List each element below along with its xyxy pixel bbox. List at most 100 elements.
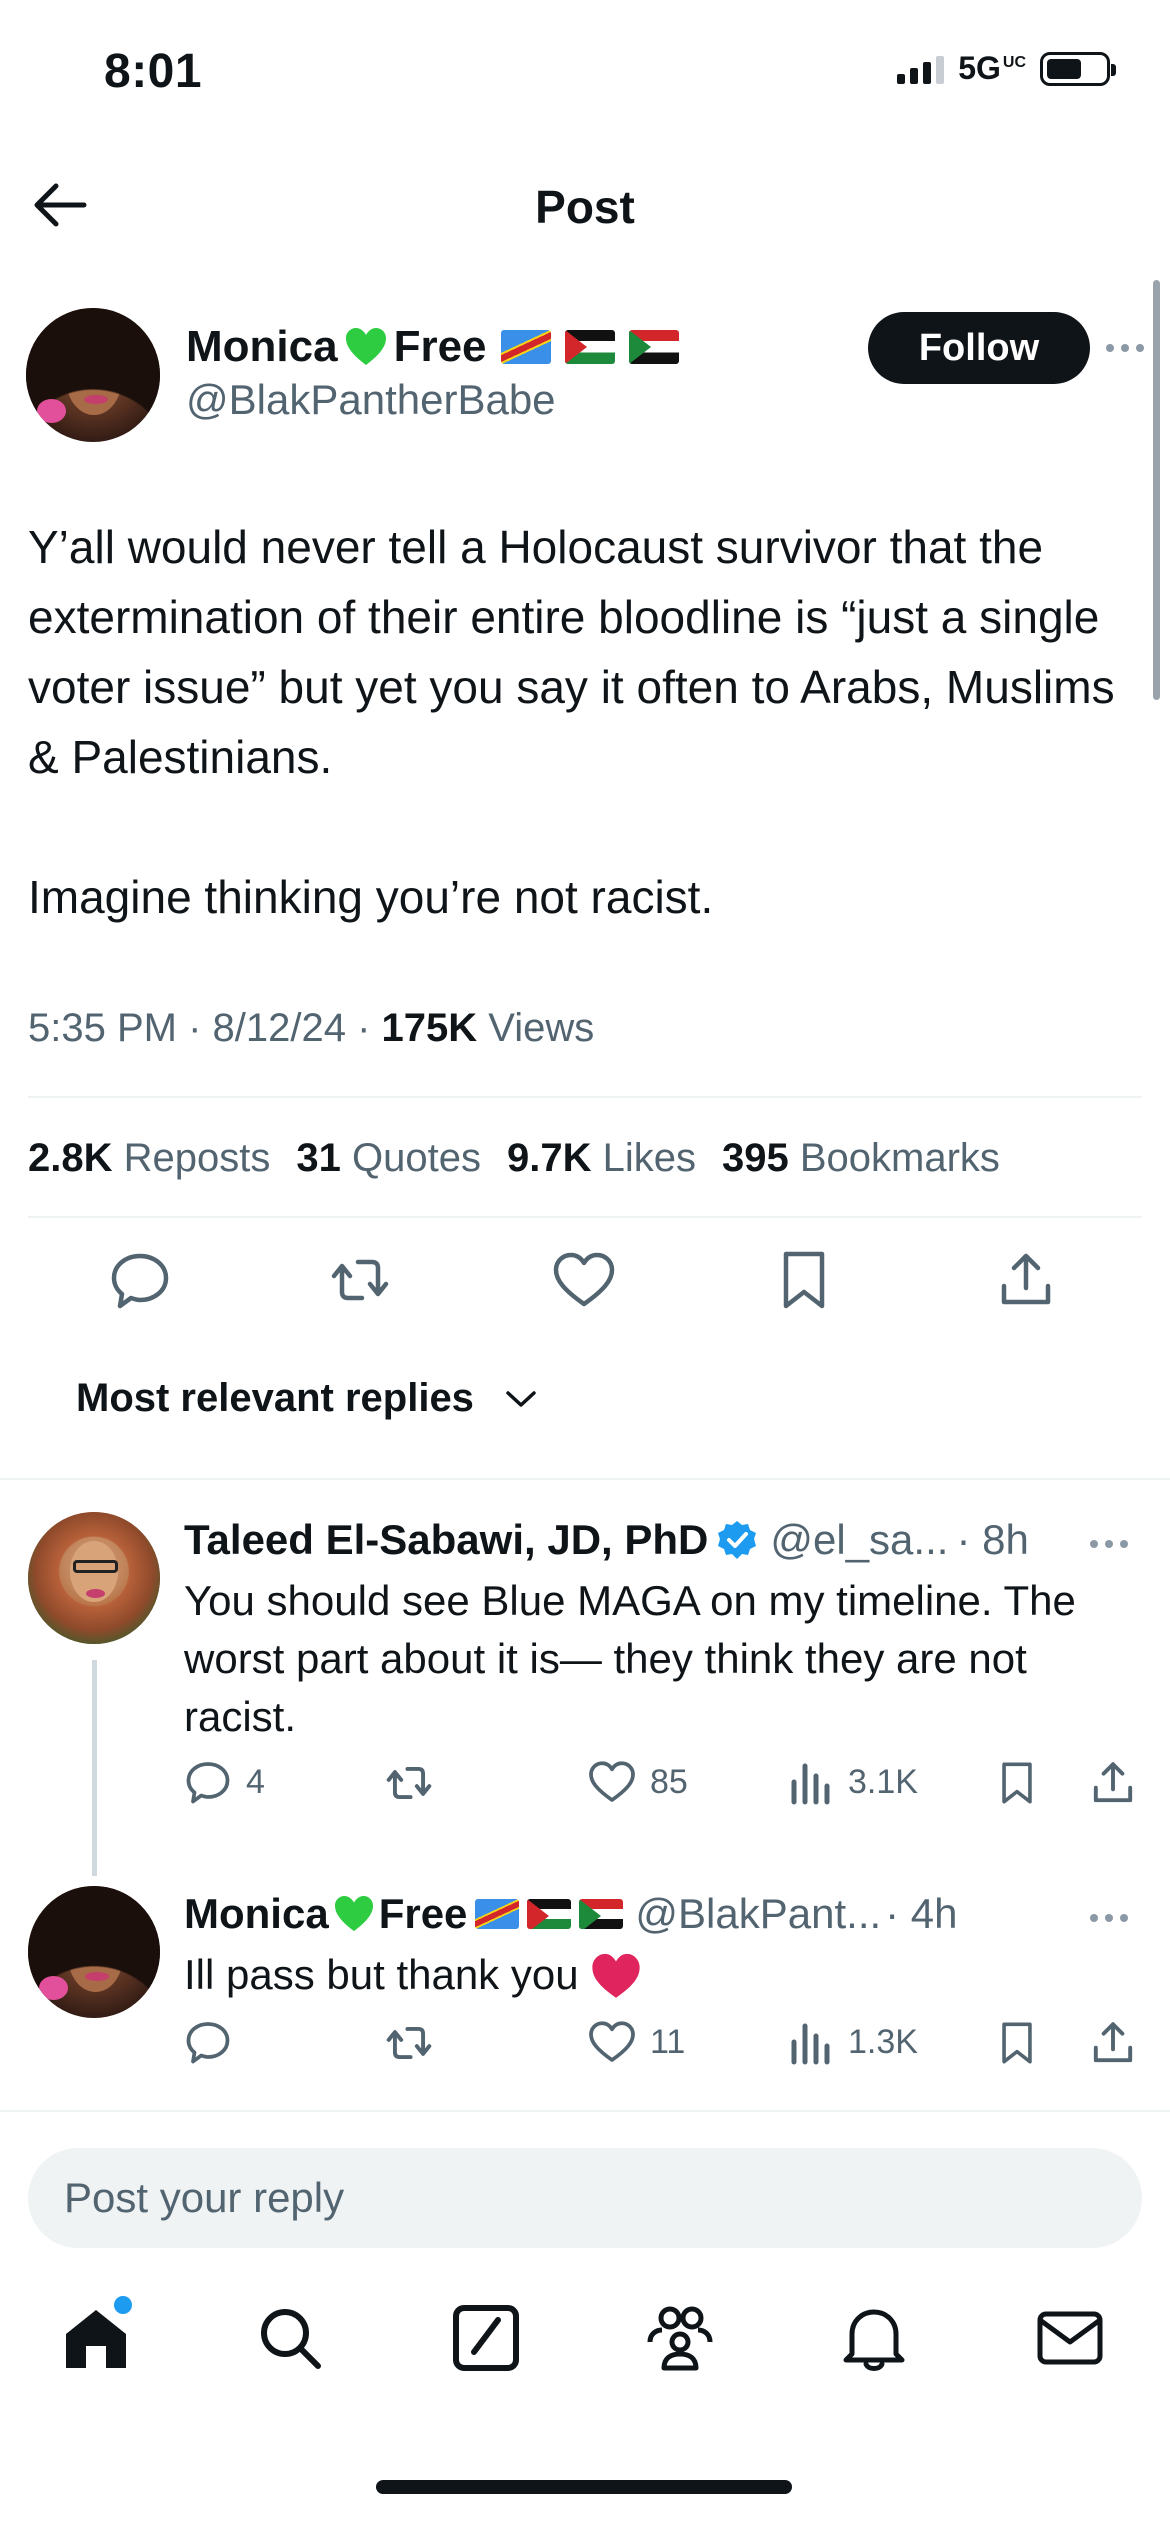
bookmarks-stat[interactable]: 395 Bookmarks (722, 1136, 1000, 1181)
drc-flag-icon (475, 1899, 520, 1929)
page-title: Post (535, 181, 635, 233)
signal-icon (897, 54, 945, 84)
author-name-suffix: Free (393, 322, 487, 371)
bookmark-icon[interactable] (994, 1758, 1040, 1808)
follow-button[interactable]: Follow (868, 312, 1090, 384)
reposts-stat[interactable]: 2.8K Reposts (28, 1136, 270, 1181)
reply-action-bar: 11 1.3K (184, 2018, 1144, 2074)
views-label: Views (488, 1006, 595, 1050)
repost-button[interactable] (384, 1758, 448, 1808)
network-type: 5G (958, 50, 1001, 86)
reply-count: 4 (246, 1762, 265, 1801)
share-icon[interactable] (1088, 2018, 1138, 2068)
green-heart-icon (345, 328, 386, 365)
reply-action-bar: 4 85 3.1K (184, 1758, 1144, 1814)
author-name[interactable]: Monica Free (186, 322, 679, 372)
views-count: 3.1K (848, 1762, 918, 1801)
tab-home[interactable] (60, 2296, 132, 2374)
quotes-stat[interactable]: 31 Quotes (296, 1136, 481, 1181)
repost-icon (386, 2026, 432, 2060)
green-heart-icon (334, 1895, 373, 1932)
avatar[interactable] (26, 308, 160, 442)
repost-button[interactable] (384, 2018, 448, 2068)
communities-icon[interactable] (644, 2302, 716, 2374)
reply-icon (186, 2022, 230, 2064)
bookmark-icon[interactable] (994, 2018, 1040, 2068)
sudan-flag-icon (579, 1899, 624, 1929)
sudan-flag-icon (628, 330, 679, 364)
reply-header: Taleed El-Sabawi, JD, PhD @el_sa... · 8h (184, 1516, 1029, 1564)
reply-author-name[interactable]: Taleed El-Sabawi, JD, PhD (184, 1516, 758, 1564)
reply-reply-button[interactable] (184, 2018, 246, 2066)
red-heart-icon (591, 1953, 640, 1998)
battery-icon (1040, 51, 1116, 86)
post-stats: 2.8K Reposts 31 Quotes 9.7K Likes 395 Bo… (28, 1136, 1000, 1181)
status-indicators: 5G UC (897, 50, 1116, 87)
like-icon (589, 2021, 635, 2062)
reply-author-name[interactable]: Monica Free (184, 1890, 624, 1938)
replies-sort-label: Most relevant replies (76, 1376, 474, 1420)
replies-sort-dropdown[interactable]: Most relevant replies (76, 1376, 538, 1421)
reply-text: Ill pass but thank you (184, 1946, 1144, 2004)
reply-item[interactable]: Monica Free @BlakPant... · 4h Ill pass b… (0, 1886, 1170, 2086)
post-author: Monica Free @BlakPantherBabe Follow (26, 308, 1146, 448)
author-handle[interactable]: @BlakPantherBabe (186, 376, 556, 424)
post-text: Y’all would never tell a Holocaust survi… (28, 512, 1138, 932)
views-button[interactable]: 3.1K (790, 1758, 918, 1806)
palestine-flag-icon (564, 330, 615, 364)
reply-icon[interactable] (108, 1248, 172, 1312)
chevron-down-icon (506, 1390, 536, 1407)
reply-input[interactable]: Post your reply (28, 2148, 1142, 2248)
repost-icon (386, 1766, 432, 1800)
network-label: 5G UC (958, 50, 1026, 87)
views-count: 1.3K (848, 2022, 918, 2061)
share-icon[interactable] (994, 1248, 1058, 1312)
bookmark-icon[interactable] (772, 1248, 836, 1312)
divider (0, 1478, 1170, 1480)
compose-icon[interactable] (450, 2302, 522, 2374)
reply-icon (186, 1762, 230, 1804)
reply-handle[interactable]: @BlakPant... (635, 1890, 881, 1938)
share-icon[interactable] (1088, 1758, 1138, 1808)
status-bar: 8:01 5G UC (0, 0, 1170, 150)
notifications-icon[interactable] (838, 2302, 910, 2374)
likes-stat[interactable]: 9.7K Likes (507, 1136, 696, 1181)
avatar[interactable] (28, 1886, 160, 2018)
messages-icon[interactable] (1034, 2302, 1106, 2374)
post-action-bar (0, 1248, 1170, 1318)
status-time: 8:01 (104, 45, 203, 98)
like-icon (589, 1761, 635, 1802)
more-icon[interactable] (1090, 1534, 1140, 1554)
like-count: 11 (650, 2022, 686, 2061)
verified-icon (718, 1521, 757, 1559)
like-count: 85 (650, 1762, 688, 1801)
reply-handle[interactable]: @el_sa... (770, 1516, 948, 1564)
search-icon[interactable] (254, 2302, 326, 2374)
views-icon (791, 2023, 830, 2065)
post-time: 5:35 PM (28, 1006, 177, 1050)
reply-item[interactable]: Taleed El-Sabawi, JD, PhD @el_sa... · 8h… (0, 1512, 1170, 1812)
home-indicator[interactable] (376, 2480, 792, 2494)
like-button[interactable]: 85 (588, 1758, 688, 1806)
like-button[interactable]: 11 (588, 2018, 685, 2066)
post-date: 8/12/24 (212, 1006, 346, 1050)
views-button[interactable]: 1.3K (790, 2018, 918, 2066)
reply-text-content: Ill pass but thank you (184, 1951, 579, 1998)
more-icon[interactable] (1106, 338, 1156, 358)
reply-reply-button[interactable]: 4 (184, 1758, 265, 1806)
drc-flag-icon (500, 330, 551, 364)
divider (28, 1096, 1142, 1098)
reply-time: · 4h (885, 1890, 958, 1937)
views-count: 175K (381, 1006, 478, 1050)
author-name-text: Monica (186, 322, 338, 371)
like-icon[interactable] (552, 1248, 616, 1312)
post-meta: 5:35 PM · 8/12/24 · 175K Views (28, 1006, 595, 1050)
views-icon (791, 1763, 830, 1805)
post-text-paragraph: Imagine thinking you’re not racist. (28, 871, 714, 923)
divider (28, 1216, 1142, 1218)
repost-icon[interactable] (328, 1248, 392, 1312)
divider (0, 2110, 1170, 2112)
bottom-tab-bar (0, 2280, 1170, 2430)
avatar[interactable] (28, 1512, 160, 1644)
more-icon[interactable] (1090, 1908, 1140, 1928)
